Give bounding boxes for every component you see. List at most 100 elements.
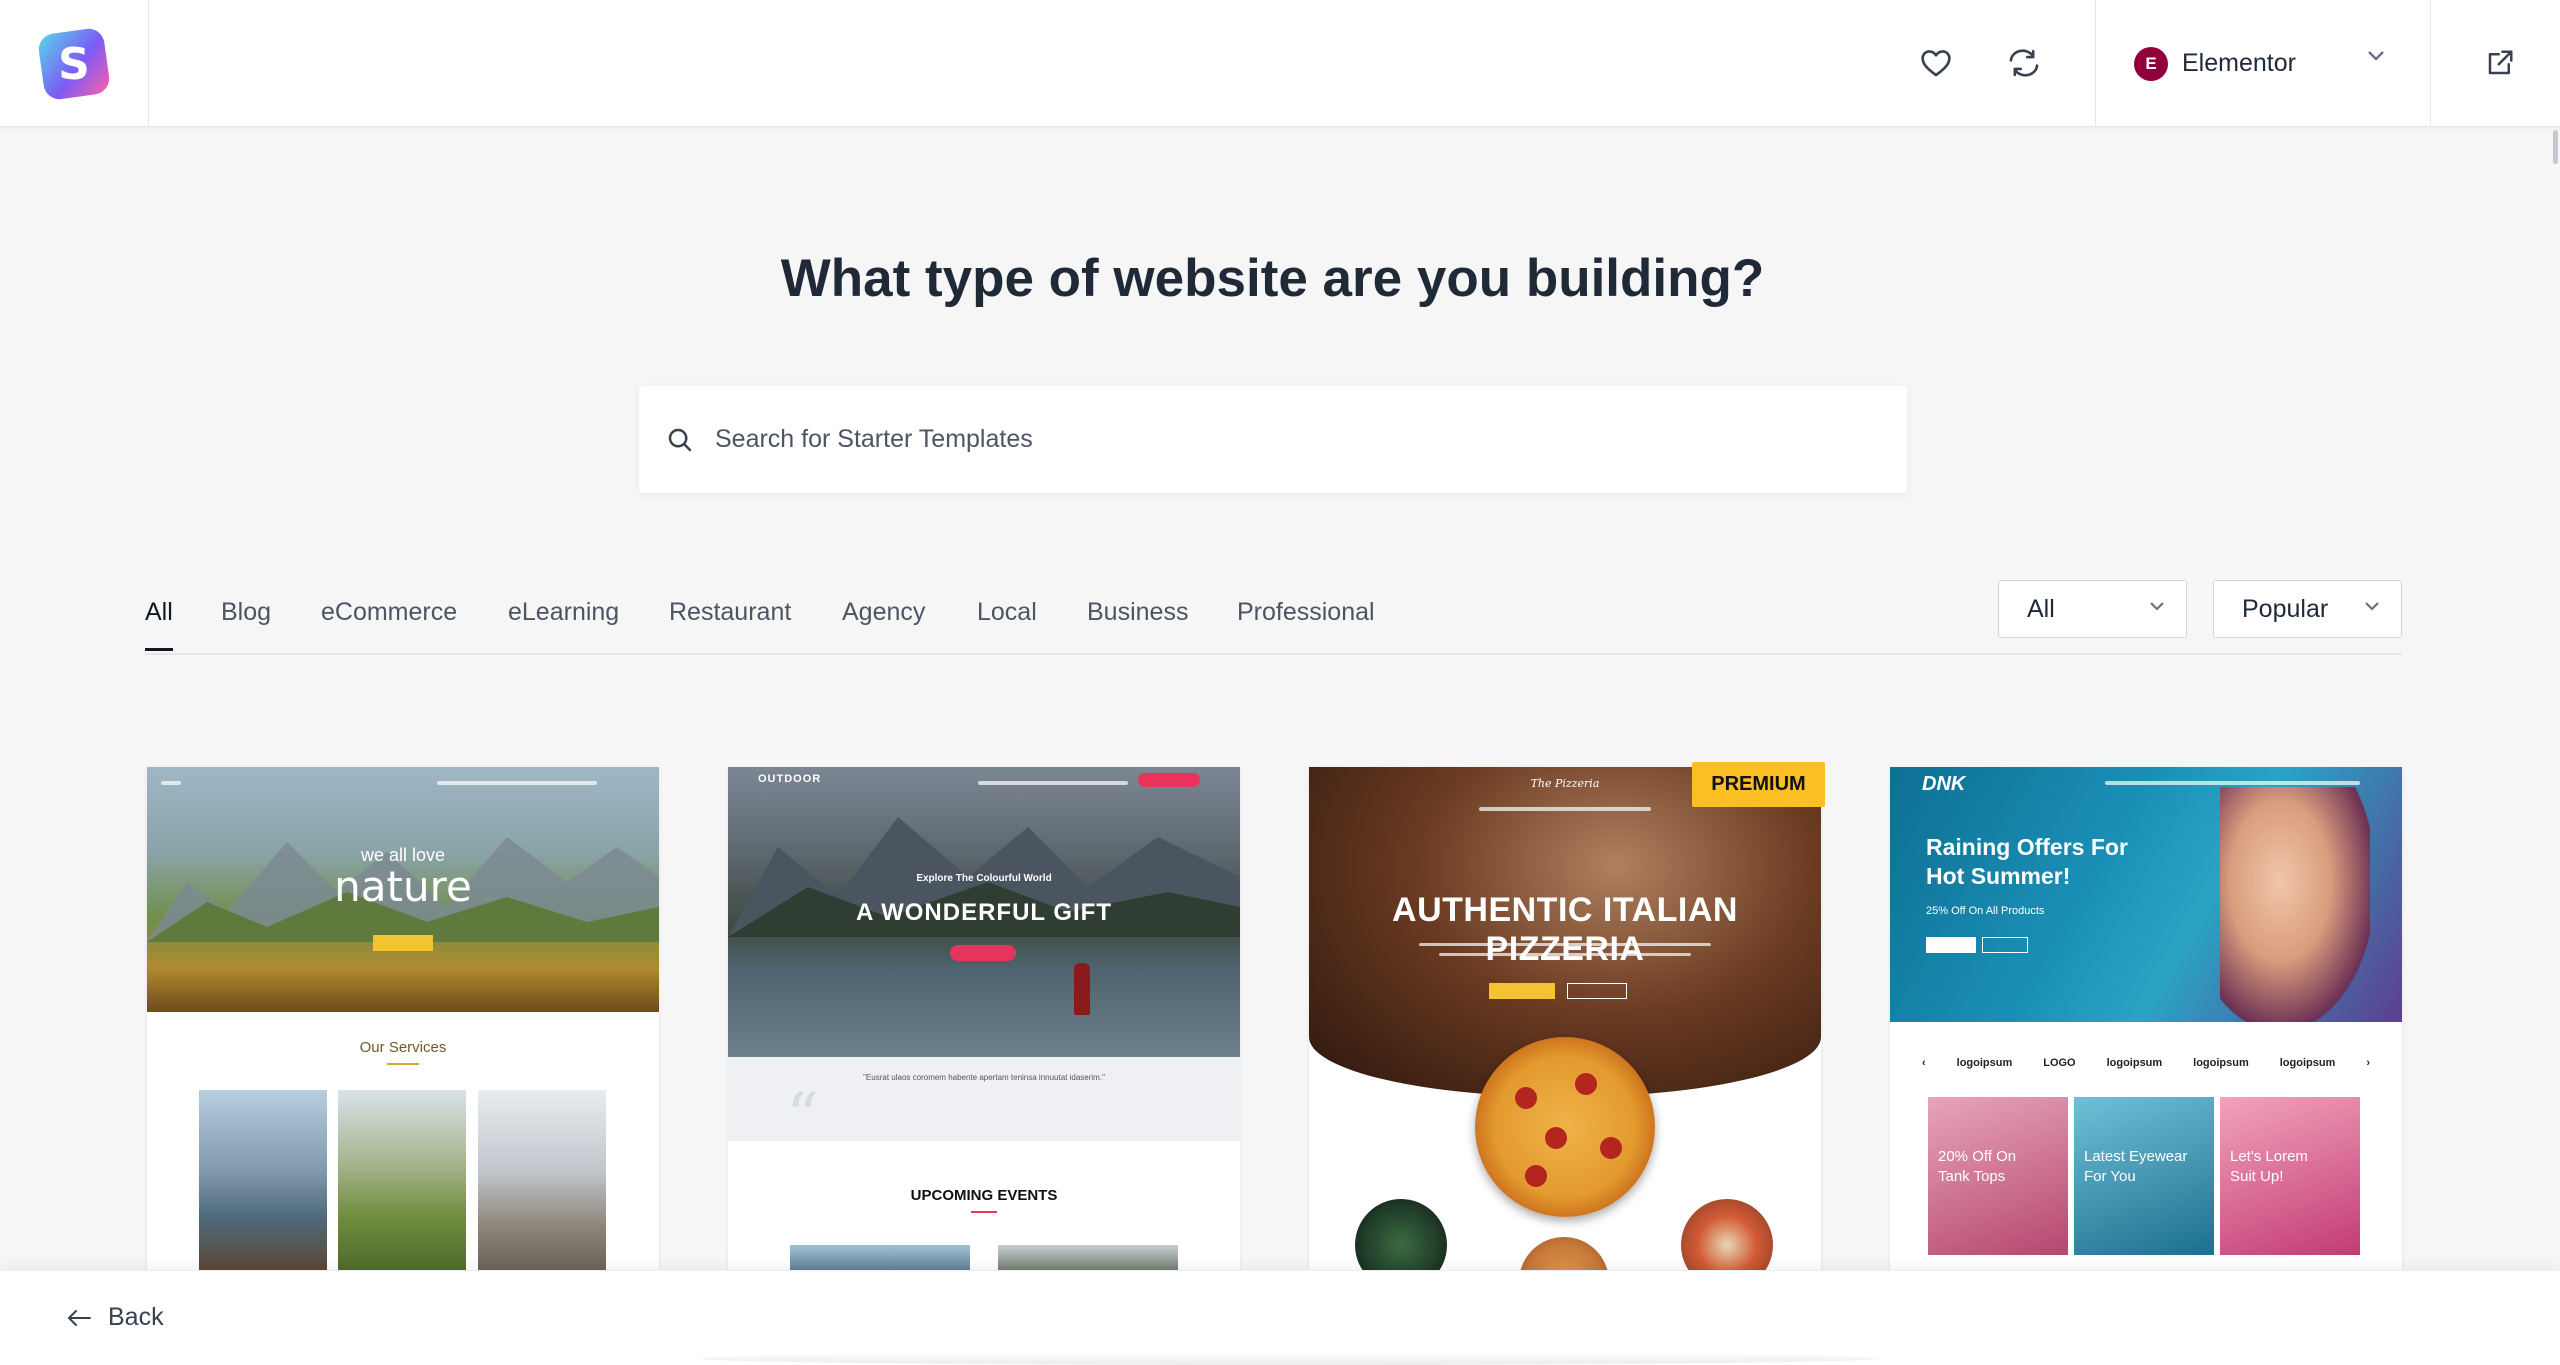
promo-line: Let's Lorem xyxy=(2230,1148,2308,1165)
testimonial-text: "Eusrat ulaos coromem habente apertam te… xyxy=(863,1073,1105,1082)
partner-logos: ‹ logoipsum LOGO logoipsum logoipsum log… xyxy=(1922,1057,2370,1069)
template-preview-hero: we all love nature xyxy=(147,767,659,1012)
back-label: Back xyxy=(108,1303,164,1331)
template-headline: Raining Offers For Hot Summer! xyxy=(1926,833,2128,891)
promo-line: Latest Eyewear xyxy=(2084,1148,2188,1165)
template-card-pizzeria[interactable]: The Pizzeria AUTHENTIC ITALIAN PIZZERIA xyxy=(1309,767,1821,1272)
dish-photo xyxy=(1681,1199,1773,1272)
search-icon xyxy=(668,428,692,451)
promo-tile-text: Latest Eyewear For You xyxy=(2084,1147,2187,1186)
pepperoni xyxy=(1515,1087,1537,1109)
template-cta-placeholder xyxy=(1567,983,1627,999)
tab-blog[interactable]: Blog xyxy=(221,598,271,627)
template-cta-placeholder xyxy=(1926,937,1976,953)
lake-pier-photo xyxy=(199,1090,327,1272)
app-logo[interactable]: S xyxy=(0,0,149,127)
dish-photo xyxy=(1519,1237,1609,1272)
pepperoni xyxy=(1525,1165,1547,1187)
template-card-nature[interactable]: we all love nature Our Services xyxy=(147,767,659,1272)
pepperoni xyxy=(1600,1137,1622,1159)
promo-tile: 20% Off On Tank Tops xyxy=(1928,1097,2068,1255)
promo-tile: Let's Lorem Suit Up! xyxy=(2220,1097,2360,1255)
promo-line: For You xyxy=(2084,1167,2136,1185)
template-cta-placeholder xyxy=(950,945,1016,961)
partner-logo: logoipsum xyxy=(2193,1057,2249,1069)
pepperoni xyxy=(1545,1127,1567,1149)
sort-select[interactable]: Popular xyxy=(2213,580,2402,638)
template-nav-placeholder xyxy=(437,781,597,785)
promo-tile: Latest Eyewear For You xyxy=(2074,1097,2214,1255)
arrow-left-icon xyxy=(68,1309,91,1326)
divider xyxy=(387,1063,419,1065)
pepperoni xyxy=(1575,1073,1597,1095)
page-title: What type of website are you building? xyxy=(780,249,1765,308)
header-divider xyxy=(2430,0,2431,127)
template-subtitle: 25% Off On All Products xyxy=(1926,905,2045,917)
starter-templates-logo-icon: S xyxy=(36,26,112,101)
template-nav-placeholder xyxy=(1479,807,1651,811)
page-builder-label: Elementor xyxy=(2182,49,2296,77)
template-brand: DNK xyxy=(1922,773,1966,795)
template-card-dnk-store[interactable]: DNK Raining Offers For Hot Summer! 25% O… xyxy=(1890,767,2402,1272)
tab-business[interactable]: Business xyxy=(1087,598,1188,627)
scrollbar-thumb[interactable] xyxy=(2553,130,2558,164)
logo-arrow-right-icon: › xyxy=(2366,1057,2370,1069)
template-type-value: All xyxy=(2027,594,2055,623)
tab-agency[interactable]: Agency xyxy=(842,598,925,627)
pizza-photo xyxy=(1475,1037,1655,1217)
chevron-down-icon xyxy=(2150,602,2164,611)
bottom-bar: Back xyxy=(0,1270,2560,1365)
template-preview-hero: OUTDOOR Explore The Colourful World A WO… xyxy=(728,767,1240,1057)
event-photo xyxy=(790,1245,970,1272)
template-headline: nature xyxy=(334,862,472,911)
logo-arrow-left-icon: ‹ xyxy=(1922,1057,1926,1069)
quote-icon: “ xyxy=(786,1080,819,1154)
promo-tile-text: Let's Lorem Suit Up! xyxy=(2230,1147,2308,1186)
rock-cliff-photo xyxy=(478,1090,606,1272)
template-logo-placeholder xyxy=(161,781,181,785)
dish-photo xyxy=(1355,1199,1447,1272)
elementor-logo-icon: E xyxy=(2134,46,2168,81)
sync-refresh-icon[interactable] xyxy=(1999,38,2049,88)
tab-local[interactable]: Local xyxy=(977,598,1037,627)
partner-logo: logoipsum xyxy=(1956,1057,2013,1069)
partner-logo: logoipsum xyxy=(2279,1057,2336,1069)
template-card-outdoor-adventure[interactable]: OUTDOOR Explore The Colourful World A WO… xyxy=(728,767,1240,1272)
model-photo xyxy=(2220,787,2370,1022)
favorites-heart-icon[interactable] xyxy=(1911,38,1961,88)
event-photo xyxy=(998,1245,1178,1272)
tab-professional[interactable]: Professional xyxy=(1237,598,1375,627)
page-builder-select[interactable]: E Elementor xyxy=(2096,0,2430,127)
template-type-select[interactable]: All xyxy=(1998,580,2187,638)
top-header: S E Elementor xyxy=(0,0,2560,127)
promo-line: Tank Tops xyxy=(1938,1167,2006,1185)
chevron-down-icon xyxy=(2365,602,2379,611)
premium-badge: PREMIUM xyxy=(1692,762,1825,807)
template-cta-placeholder xyxy=(373,935,433,951)
tab-elearning[interactable]: eLearning xyxy=(508,598,619,627)
chevron-down-icon xyxy=(2368,51,2384,61)
search-bar[interactable] xyxy=(639,386,1907,493)
headline-line-2: Hot Summer! xyxy=(1926,862,2071,889)
external-link-icon[interactable] xyxy=(2475,38,2525,88)
tab-ecommerce[interactable]: eCommerce xyxy=(321,598,457,627)
template-headline: AUTHENTIC ITALIAN PIZZERIA xyxy=(1392,891,1738,968)
template-cta-placeholder xyxy=(1489,983,1555,999)
promo-line: Suit Up! xyxy=(2230,1167,2284,1185)
template-section-title: UPCOMING EVENTS xyxy=(910,1187,1058,1204)
template-nav-placeholder xyxy=(978,781,1128,785)
search-input[interactable] xyxy=(715,425,1815,454)
template-text-placeholder xyxy=(1419,943,1711,946)
headline-line-1: Raining Offers For xyxy=(1926,834,2128,860)
tab-all[interactable]: All xyxy=(145,598,173,651)
promo-tile-text: 20% Off On Tank Tops xyxy=(1938,1147,2016,1186)
template-cta-placeholder xyxy=(1138,773,1200,787)
template-section-title: Our Services xyxy=(359,1039,447,1056)
back-button[interactable]: Back xyxy=(66,1303,164,1332)
footer-shadow xyxy=(700,1352,1880,1365)
tab-restaurant[interactable]: Restaurant xyxy=(669,598,791,627)
partner-logo: logoipsum xyxy=(2106,1057,2163,1069)
template-nav-placeholder xyxy=(2105,781,2360,785)
template-subtitle: Explore The Colourful World xyxy=(916,873,1052,884)
hiker-figure xyxy=(1074,963,1090,1015)
